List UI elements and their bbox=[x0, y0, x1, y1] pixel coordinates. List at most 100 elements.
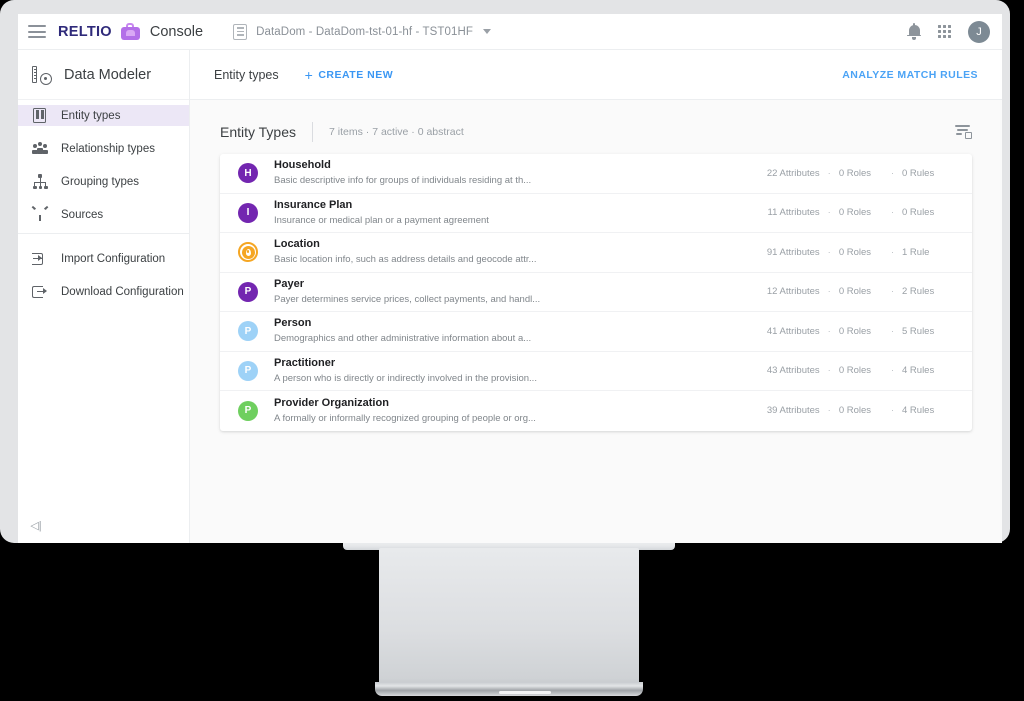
top-bar-actions: J bbox=[907, 20, 990, 43]
import-configuration-icon bbox=[32, 251, 48, 267]
roles-count: 0 Roles bbox=[838, 167, 872, 179]
entity-description: A formally or informally recognized grou… bbox=[274, 412, 536, 424]
content-header: Entity types + CREATE NEW ANALYZE MATCH … bbox=[190, 50, 1002, 100]
download-configuration-icon bbox=[32, 284, 48, 300]
roles-count: 0 Roles bbox=[838, 405, 872, 417]
attributes-count: 39 Attributes bbox=[766, 405, 820, 417]
section-bar: Entity Types 7 items · 7 active · 0 abst… bbox=[190, 109, 1002, 154]
separator-dot: · bbox=[827, 325, 831, 337]
apps-grid-icon[interactable] bbox=[938, 25, 951, 38]
roles-count: 0 Roles bbox=[838, 325, 872, 337]
entity-badge: H bbox=[238, 163, 258, 184]
entity-name: Provider Organization bbox=[274, 396, 389, 409]
sidebar-item-relationship-types[interactable]: Relationship types bbox=[18, 138, 189, 159]
location-pin-icon bbox=[238, 242, 258, 263]
entity-name: Location bbox=[274, 238, 320, 251]
analyze-match-rules-button[interactable]: ANALYZE MATCH RULES bbox=[842, 69, 978, 81]
entity-description: Basic location info, such as address det… bbox=[274, 254, 537, 266]
sources-icon bbox=[31, 205, 49, 223]
roles-count: 0 Roles bbox=[838, 207, 872, 219]
attributes-count: 11 Attributes bbox=[767, 207, 820, 219]
entity-badge: P bbox=[238, 281, 258, 302]
separator-dot: · bbox=[890, 167, 894, 179]
create-new-label: CREATE NEW bbox=[318, 68, 394, 81]
rules-count: 0 Rules bbox=[902, 207, 935, 219]
sidebar-item-label: Download Configuration bbox=[61, 285, 184, 298]
filter-sort-icon[interactable] bbox=[955, 124, 972, 139]
rules-count: 4 Rules bbox=[902, 365, 935, 377]
entity-types-icon bbox=[32, 107, 48, 124]
entity-description: Demographics and other administrative in… bbox=[274, 333, 532, 345]
separator-dot: · bbox=[890, 325, 894, 337]
sidebar-item-grouping-types[interactable]: Grouping types bbox=[18, 171, 189, 192]
create-new-button[interactable]: + CREATE NEW bbox=[305, 68, 394, 82]
separator-dot: · bbox=[890, 365, 894, 377]
sidebar-item-label: Import Configuration bbox=[61, 252, 166, 265]
entity-stats: 91 Attributes · 0 Roles · 1 Rule bbox=[736, 247, 954, 258]
screen: RELTIO Console DataDom - DataDom-tst-01-… bbox=[18, 14, 1002, 543]
entity-stats: 12 Attributes · 0 Roles · 2 Rules bbox=[736, 286, 954, 297]
table-row[interactable]: P Practitioner A person who is directly … bbox=[220, 352, 972, 391]
app-title-row: Data Modeler bbox=[18, 50, 189, 100]
collapse-sidebar-button[interactable]: ◁| bbox=[28, 517, 44, 533]
page-title: Data Modeler bbox=[64, 66, 152, 83]
roles-count: 0 Roles bbox=[838, 365, 872, 377]
separator-dot: · bbox=[827, 405, 831, 417]
rules-count: 4 Rules bbox=[902, 405, 935, 417]
plus-icon: + bbox=[304, 66, 314, 83]
sidebar-item-sources[interactable]: Sources bbox=[18, 204, 189, 225]
separator-dot: · bbox=[890, 405, 894, 417]
entity-stats: 39 Attributes · 0 Roles · 4 Rules bbox=[736, 405, 954, 416]
main-content: Entity types + CREATE NEW ANALYZE MATCH … bbox=[190, 50, 1002, 543]
entity-description: A person who is directly or indirectly i… bbox=[274, 372, 537, 384]
table-row[interactable]: Location Basic location info, such as ad… bbox=[220, 233, 972, 273]
entity-stats: 43 Attributes · 0 Roles · 4 Rules bbox=[736, 365, 954, 376]
attributes-count: 22 Attributes bbox=[766, 167, 820, 179]
sidebar-item-download-configuration[interactable]: Download Configuration bbox=[18, 281, 189, 302]
separator-dot: · bbox=[827, 207, 831, 219]
rules-count: 5 Rules bbox=[902, 325, 935, 337]
sidebar-item-label: Sources bbox=[61, 208, 104, 221]
chevron-down-icon bbox=[483, 29, 492, 34]
separator-dot: · bbox=[827, 365, 831, 377]
sidebar: Data Modeler Entity types Relationship t… bbox=[18, 50, 190, 543]
entity-description: Insurance or medical plan or a payment a… bbox=[274, 214, 489, 226]
entity-types-list: H Household Basic descriptive info for g… bbox=[220, 154, 972, 431]
avatar[interactable]: J bbox=[968, 20, 990, 43]
tenant-label: DataDom - DataDom-tst-01-hf - TST01HF bbox=[256, 25, 474, 38]
rules-count: 1 Rule bbox=[902, 246, 930, 258]
entity-stats: 22 Attributes · 0 Roles · 0 Rules bbox=[736, 168, 954, 179]
table-row[interactable]: P Person Demographics and other administ… bbox=[220, 312, 972, 352]
entity-name: Person bbox=[274, 317, 312, 330]
section-meta: 7 items · 7 active · 0 abstract bbox=[329, 125, 464, 138]
tenant-selector[interactable]: DataDom - DataDom-tst-01-hf - TST01HF bbox=[233, 23, 492, 40]
briefcase-icon bbox=[120, 23, 140, 40]
rules-count: 0 Rules bbox=[902, 167, 935, 179]
table-row[interactable]: H Household Basic descriptive info for g… bbox=[220, 154, 972, 194]
reltio-logo[interactable]: RELTIO bbox=[58, 24, 112, 40]
entity-name: Practitioner bbox=[274, 356, 336, 369]
rules-count: 2 Rules bbox=[902, 286, 935, 298]
document-icon bbox=[233, 23, 248, 40]
table-row[interactable]: P Payer Payer determines service prices,… bbox=[220, 273, 972, 312]
roles-count: 0 Roles bbox=[838, 246, 872, 258]
separator-dot: · bbox=[890, 246, 894, 258]
sidebar-item-entity-types[interactable]: Entity types bbox=[18, 105, 189, 126]
sidebar-item-label: Relationship types bbox=[61, 142, 155, 155]
attributes-count: 91 Attributes bbox=[766, 246, 820, 258]
table-row[interactable]: P Provider Organization A formally or in… bbox=[220, 391, 972, 431]
hamburger-menu-icon[interactable] bbox=[28, 25, 46, 38]
entity-badge: P bbox=[238, 321, 258, 342]
attributes-count: 41 Attributes bbox=[766, 325, 820, 337]
separator-dot: · bbox=[827, 246, 831, 258]
section-divider bbox=[312, 121, 314, 142]
sidebar-item-import-configuration[interactable]: Import Configuration bbox=[18, 248, 189, 269]
entity-badge: P bbox=[238, 360, 258, 381]
table-row[interactable]: I Insurance Plan Insurance or medical pl… bbox=[220, 194, 972, 233]
attributes-count: 43 Attributes bbox=[766, 365, 820, 377]
bell-icon[interactable] bbox=[907, 22, 921, 40]
relationship-types-icon bbox=[32, 141, 48, 157]
separator-dot: · bbox=[890, 207, 894, 219]
sidebar-nav: Entity types Relationship types Grouping… bbox=[18, 100, 189, 302]
separator-dot: · bbox=[890, 286, 894, 298]
